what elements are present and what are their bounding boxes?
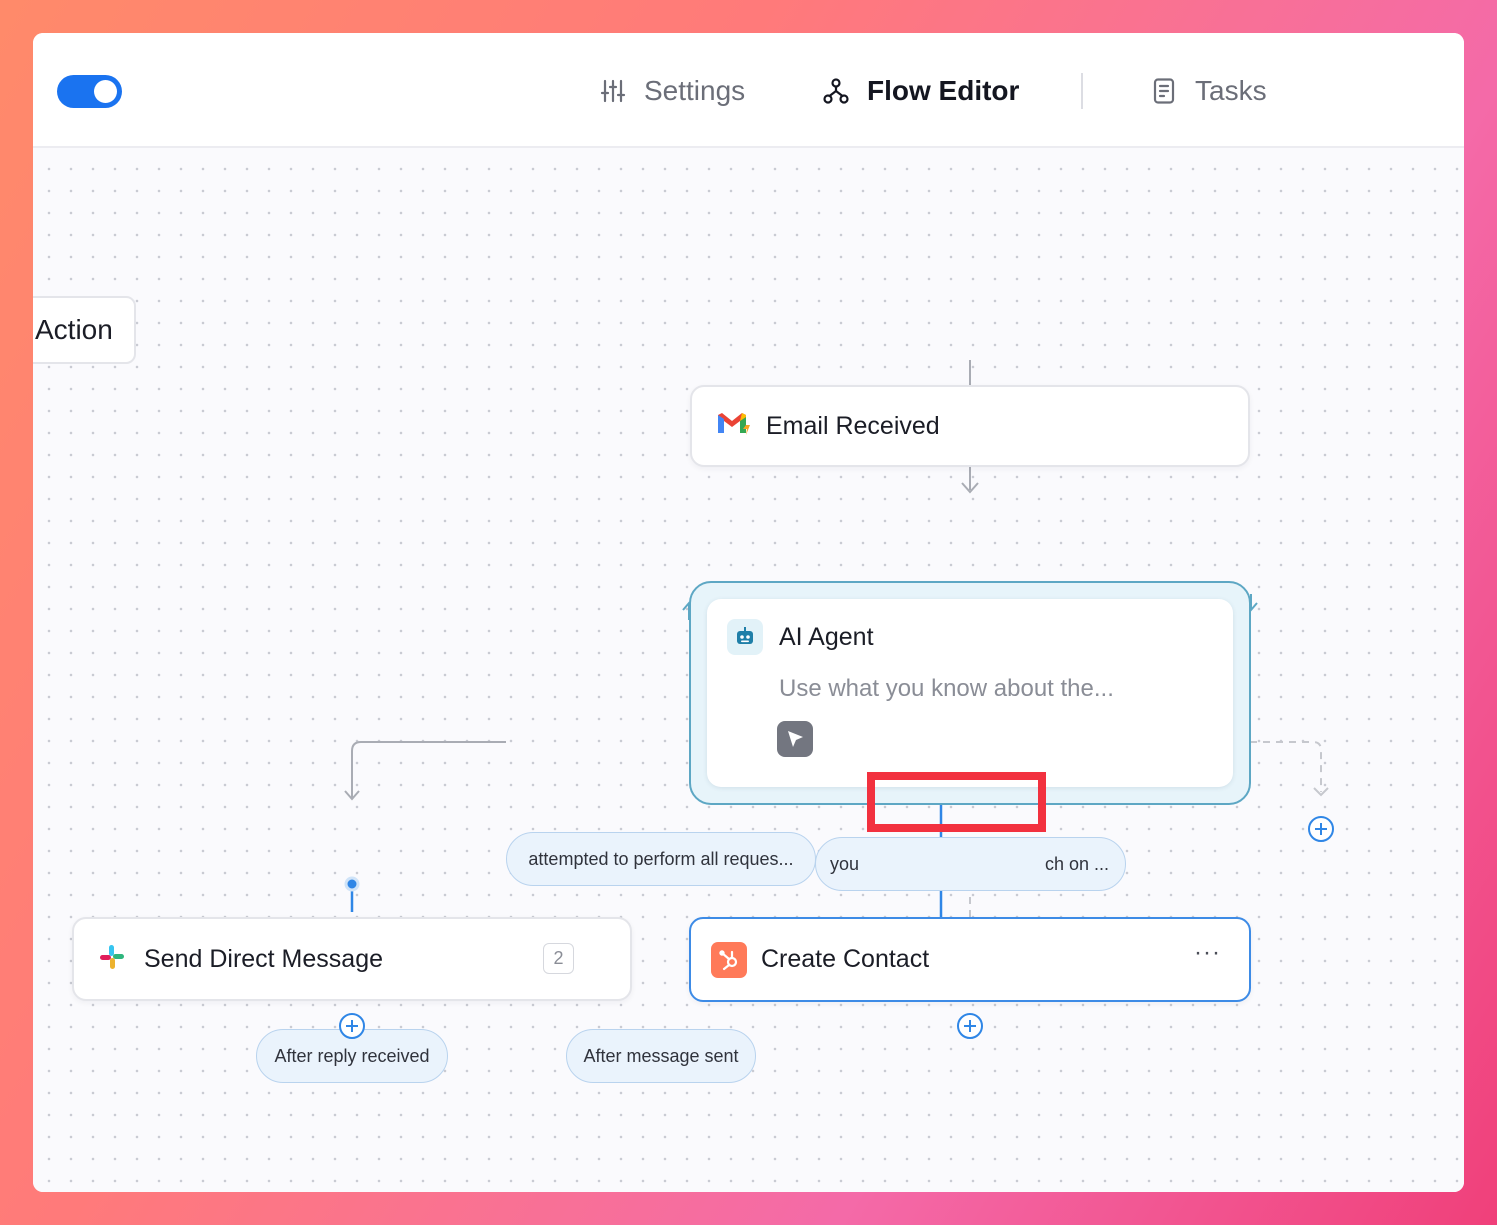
tab-flow-editor-label: Flow Editor bbox=[867, 75, 1020, 106]
branch-pill-after-reply-label: After reply received bbox=[274, 1045, 430, 1066]
robot-icon bbox=[727, 619, 763, 655]
document-icon bbox=[1149, 76, 1179, 106]
branch-pill-attempted[interactable]: attempted to perform all reques... bbox=[506, 832, 816, 886]
app-window: Settings Flow Editor Tasks Action Email … bbox=[33, 33, 1464, 1192]
nav-divider bbox=[1081, 73, 1083, 109]
highlight-box bbox=[867, 772, 1046, 832]
branch-pill-after-sent-label: After message sent bbox=[583, 1045, 739, 1066]
node-create-contact[interactable]: Create Contact ··· bbox=[689, 917, 1251, 1002]
branch-pill-you-left-label: you bbox=[830, 853, 860, 874]
node-send-direct-message[interactable]: Send Direct Message 2 bbox=[72, 917, 632, 1001]
cursor-icon[interactable] bbox=[777, 721, 813, 757]
slack-icon bbox=[98, 943, 126, 976]
node-ai-agent-card[interactable]: AI Agent Use what you know about the... bbox=[707, 599, 1233, 787]
node-ai-agent-description: Use what you know about the... bbox=[779, 675, 1114, 702]
step-count-badge: 2 bbox=[543, 943, 574, 974]
action-chip-label: Action bbox=[35, 314, 113, 345]
tab-tasks-label: Tasks bbox=[1195, 75, 1267, 106]
flow-icon bbox=[821, 76, 851, 106]
add-step-plus-icon[interactable] bbox=[956, 1012, 984, 1040]
branch-pill-after-sent[interactable]: After message sent bbox=[566, 1029, 756, 1083]
toggle-knob bbox=[94, 80, 117, 103]
gmail-icon bbox=[716, 409, 752, 444]
hubspot-icon bbox=[711, 941, 747, 978]
tab-settings-label: Settings bbox=[644, 75, 746, 106]
node-ai-agent-title: AI Agent bbox=[779, 623, 874, 651]
add-step-plus-icon[interactable] bbox=[1307, 815, 1335, 843]
sliders-icon bbox=[598, 76, 628, 106]
branch-pill-you-right-label: ch on ... bbox=[1044, 853, 1109, 874]
add-step-plus-icon[interactable] bbox=[338, 1012, 366, 1040]
node-email-title: Email Received bbox=[766, 411, 940, 440]
enable-toggle[interactable] bbox=[57, 75, 122, 108]
top-bar: Settings Flow Editor Tasks bbox=[33, 33, 1464, 148]
node-email-received[interactable]: Email Received bbox=[690, 385, 1250, 467]
tab-flow-editor[interactable]: Flow Editor bbox=[821, 71, 1019, 111]
branch-pill-you[interactable]: you ch on ... bbox=[815, 837, 1126, 891]
flow-canvas[interactable]: Action Email Received AI Agent Use what … bbox=[33, 150, 1464, 1192]
tab-settings[interactable]: Settings bbox=[598, 71, 745, 111]
more-options-icon[interactable]: ··· bbox=[1194, 939, 1221, 967]
node-send-direct-message-title: Send Direct Message bbox=[144, 944, 384, 973]
tab-tasks[interactable]: Tasks bbox=[1149, 71, 1267, 111]
branch-pill-attempted-label: attempted to perform all reques... bbox=[528, 848, 794, 869]
node-create-contact-title: Create Contact bbox=[761, 945, 930, 973]
action-chip[interactable]: Action bbox=[33, 296, 136, 364]
